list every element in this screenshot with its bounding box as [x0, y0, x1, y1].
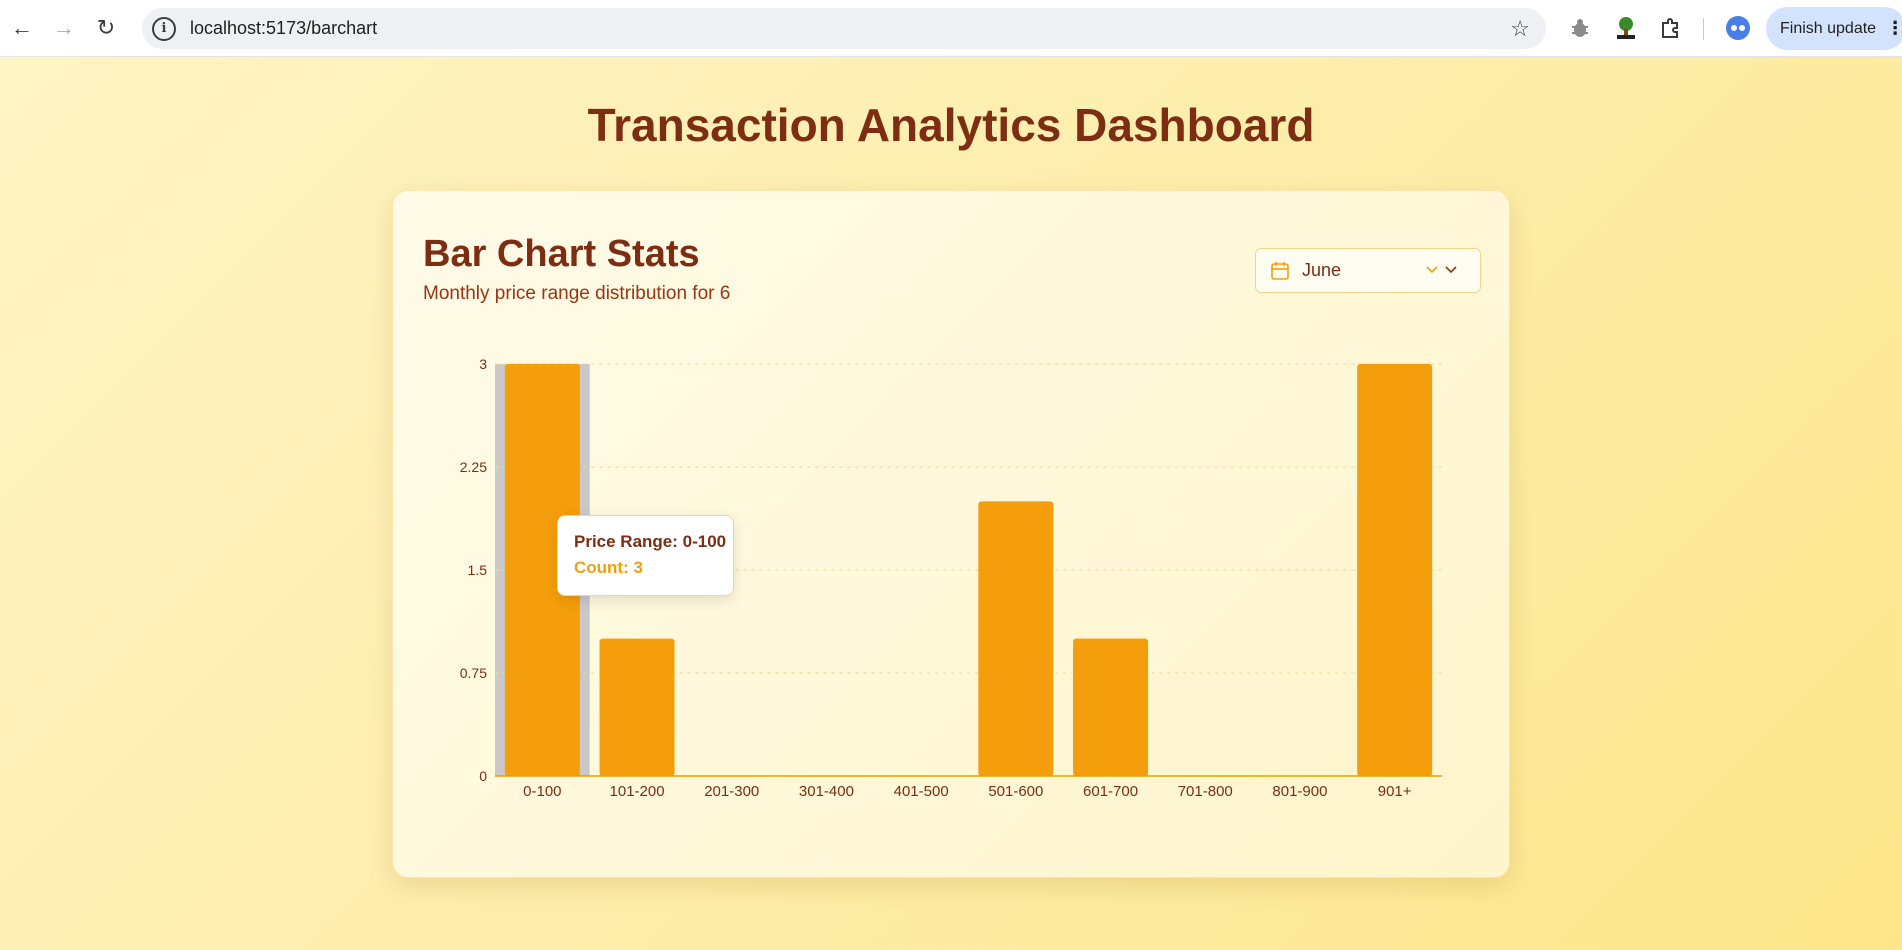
x-tick-label: 0-100 — [523, 783, 561, 800]
y-tick-label: 3 — [479, 356, 487, 372]
tooltip-count: Count: 3 — [574, 558, 643, 577]
x-tick-label: 501-600 — [988, 783, 1043, 800]
tooltip-label: Price Range: 0-100 — [574, 532, 727, 551]
x-tick-label: 301-400 — [799, 783, 854, 800]
x-tick-label: 101-200 — [610, 783, 665, 800]
y-tick-label: 2.25 — [460, 459, 487, 475]
x-tick-label: 201-300 — [704, 783, 759, 800]
y-tick-label: 1.5 — [468, 562, 488, 578]
bar — [1073, 638, 1149, 776]
bar — [978, 501, 1054, 776]
y-tick-label: 0.75 — [460, 665, 487, 681]
bar-chart: 0 0.75 1.5 2.25 3 0-100 101-200 201-300 301-400 4… — [460, 356, 1442, 800]
x-tick-label: 801-900 — [1272, 783, 1327, 800]
y-tick-label: 0 — [479, 768, 487, 784]
bar — [1357, 364, 1433, 776]
chart-tooltip: Price Range: 0-100 Count: 3 — [557, 515, 734, 596]
bar — [599, 638, 675, 776]
x-tick-label: 901+ — [1378, 783, 1412, 800]
x-tick-label: 401-500 — [894, 783, 949, 800]
x-tick-label: 601-700 — [1083, 783, 1138, 800]
x-tick-label: 701-800 — [1178, 783, 1233, 800]
